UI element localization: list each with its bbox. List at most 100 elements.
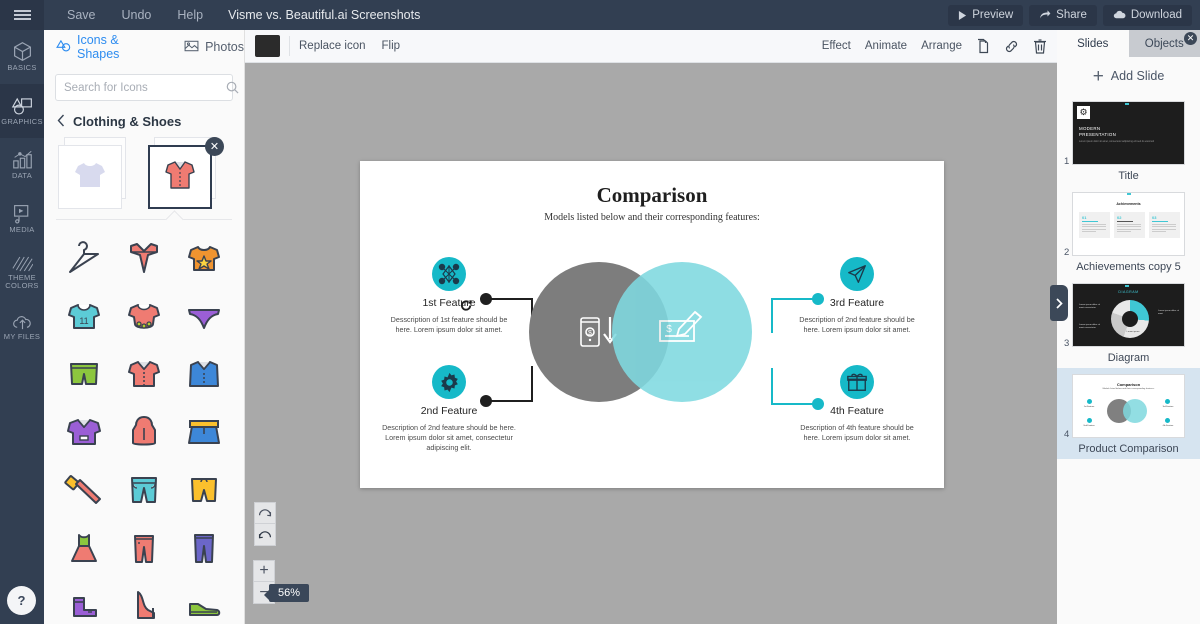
icon-cell-boot-purple[interactable] [54,580,114,624]
close-icon[interactable]: ✕ [205,137,224,156]
icon-cell-shorts-yellow[interactable] [174,464,234,516]
gift-box-icon [840,365,874,399]
slide-thumbnail[interactable]: Achievements 01 02 03 [1072,192,1185,256]
slide-list-item[interactable]: DIAGRAM Lorem ipsum dolor sit amet conse… [1057,277,1200,368]
menu-item-save[interactable]: Save [54,0,109,30]
panel-collapse-handle[interactable] [1050,285,1068,321]
animate-button[interactable]: Animate [865,40,907,52]
rail-item-basics[interactable]: BASICS [0,30,44,84]
rail-item-media[interactable]: MEDIA [0,192,44,246]
thumb-card: 02 [1114,212,1145,238]
icon-cell-belt[interactable] [54,464,114,516]
feature-4[interactable]: 4th Feature Description of 4th feature s… [782,365,932,443]
slide-name[interactable]: Product Comparison [1057,443,1200,455]
help-button[interactable]: ? [7,586,36,615]
slide-thumbnail[interactable]: Comparison Models listed below and their… [1072,374,1185,438]
search-input[interactable] [56,81,226,94]
tab-photos[interactable]: Photos [184,30,244,64]
slide-name[interactable]: Diagram [1057,352,1200,364]
close-panel-icon[interactable]: ✕ [1184,32,1197,45]
icon-cell-hanger[interactable] [54,232,114,284]
icon-cell-thong[interactable] [174,290,234,342]
chart-icon [12,150,33,170]
icon-cell-trousers-pink[interactable] [114,522,174,574]
redo-button[interactable] [254,502,276,524]
slide-list-item[interactable]: ⚙ MODERN PRESENTATION Lorem ipsum dolor … [1057,95,1200,186]
feature-2-name: 2nd Feature [420,405,478,417]
preview-button[interactable]: Preview [948,4,1024,26]
chevron-left-icon[interactable] [57,114,65,129]
icon-cell-dress-green[interactable] [54,522,114,574]
slide-list-item-selected[interactable]: Comparison Models listed below and their… [1057,368,1200,459]
slide-thumbnail[interactable]: ⚙ MODERN PRESENTATION Lorem ipsum dolor … [1072,101,1185,165]
top-bar: Save Undo Help Visme vs. Beautiful.ai Sc… [0,0,1200,30]
icon-cell-onesie[interactable] [114,290,174,342]
menu-hamburger-button[interactable] [0,0,44,30]
slide-number: 3 [1064,338,1070,349]
add-slide-button[interactable]: + Add Slide [1057,57,1200,95]
menu-item-help[interactable]: Help [164,0,216,30]
icon-preview-placeholder[interactable] [58,137,126,210]
effect-button[interactable]: Effect [822,40,851,52]
slide-name[interactable]: Title [1057,170,1200,182]
menu-item-undo[interactable]: Undo [109,0,165,30]
cloud-download-icon [1113,10,1126,20]
rail-item-graphics[interactable]: GRAPHICS [0,84,44,138]
icon-cell-jersey-11[interactable]: 11 [54,290,114,342]
tab-slides[interactable]: Slides [1057,30,1129,57]
thumb-diagram-label: Lorem ipsum [1126,331,1140,333]
feature-2[interactable]: 2nd Feature Description of 2nd feature s… [374,365,524,453]
thumb-feature-dot [1087,418,1092,423]
icon-cell-skirt-blue[interactable] [174,406,234,458]
replace-icon-button[interactable]: Replace icon [299,40,365,52]
trash-icon[interactable] [1033,38,1047,54]
canvas-area[interactable]: Replace icon Flip Effect Animate Arrange [245,30,1057,624]
undo-button[interactable] [254,524,276,546]
slide-canvas[interactable]: Comparison Models listed below and their… [360,161,944,488]
icon-cell-pants-teal[interactable] [114,464,174,516]
download-button[interactable]: Download [1102,4,1192,26]
flip-button[interactable]: Flip [381,40,400,52]
color-swatch-button[interactable] [255,35,280,57]
search-box[interactable] [55,74,239,101]
circle-right[interactable]: $ [612,262,752,402]
feature-1[interactable]: 1st Feature Desscription of 1st feature … [374,257,524,335]
link-icon[interactable] [1004,39,1019,54]
swatch-lines-icon [11,256,33,272]
thumb-card-number: 01 [1082,215,1087,220]
rotate-handle-icon[interactable] [460,299,473,315]
icon-cell-jeans-blue[interactable] [174,522,234,574]
icon-preview-selected[interactable]: ✕ [148,137,224,210]
rail-item-theme-colors[interactable]: THEME COLORS [0,246,44,300]
icon-cell-hoodie-pink[interactable] [114,406,174,458]
category-header[interactable]: Clothing & Shoes [44,101,244,138]
icon-cell-heel-pink[interactable] [114,580,174,624]
arrange-button[interactable]: Arrange [921,40,962,52]
icon-cell-scarf[interactable] [114,232,174,284]
icon-cell-shorts-green[interactable] [54,348,114,400]
slide-thumbnail[interactable]: DIAGRAM Lorem ipsum dolor sit amet conse… [1072,283,1185,347]
document-title[interactable]: Visme vs. Beautiful.ai Screenshots [228,8,420,22]
tab-icons-and-shapes[interactable]: Icons & Shapes [56,30,164,64]
feature-4-desc: Description of 4th feature should be her… [800,423,914,442]
icon-cell-jacket-purple[interactable] [54,406,114,458]
share-button[interactable]: Share [1029,4,1097,26]
zoom-in-button[interactable]: + [253,560,275,582]
thumb-comparison-title: Comparison [1116,382,1141,387]
paper-plane-icon [840,257,874,291]
feature-3[interactable]: 3rd Feature Description of 2nd feature s… [782,257,932,335]
icon-cell-coat-blue[interactable] [174,348,234,400]
icon-cell-shirt-pink[interactable] [114,348,174,400]
rail-item-data[interactable]: DATA [0,138,44,192]
slide-subtitle[interactable]: Models listed below and their correspond… [360,212,944,223]
slide-title[interactable]: Comparison [360,183,944,208]
slide-name[interactable]: Achievements copy 5 [1057,261,1200,273]
search-icon[interactable] [226,81,247,94]
duplicate-icon[interactable] [976,38,990,54]
slide-list-item[interactable]: Achievements 01 02 03 2 Achievements cop… [1057,186,1200,277]
rail-item-my-files[interactable]: MY FILES [0,300,44,354]
icon-cell-tshirt-star[interactable] [174,232,234,284]
thumb-comparison-bg: Comparison Models listed below and their… [1073,375,1184,437]
icon-cell-shoe-green[interactable] [174,580,234,624]
slide-thumb-wrap: Comparison Models listed below and their… [1064,374,1185,440]
